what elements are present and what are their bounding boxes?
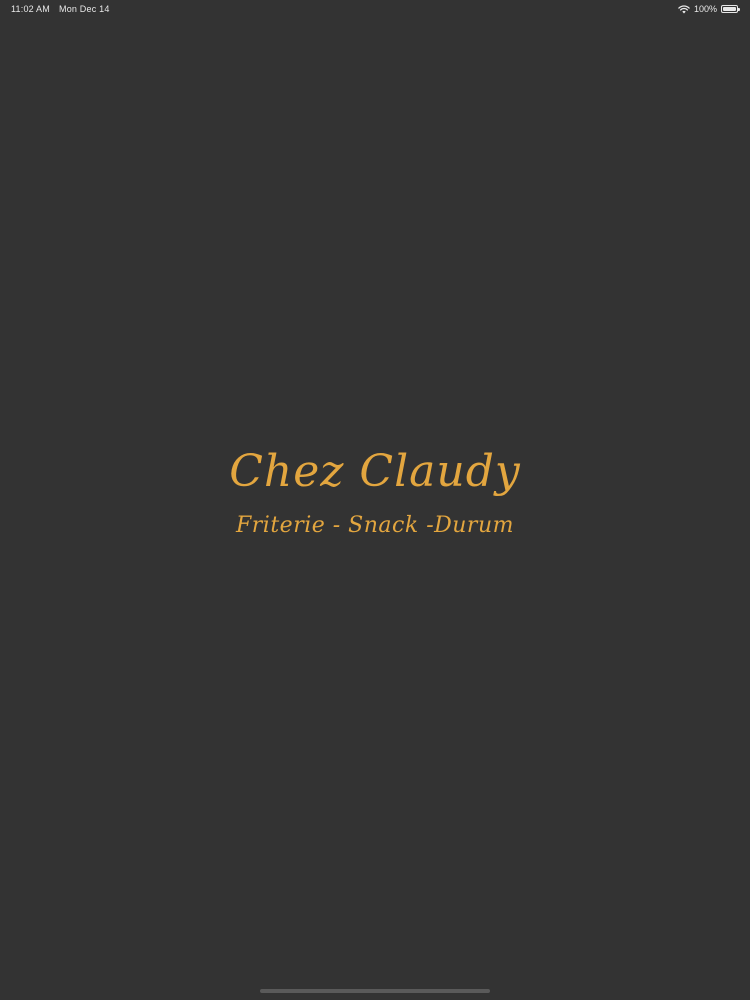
battery-icon [721, 5, 740, 13]
brand-name: Chez Claudy [229, 446, 521, 497]
brand-logo: Chez Claudy Friterie - Snack -Durum [0, 440, 750, 542]
status-indicators: 100% [678, 3, 740, 15]
wifi-icon [678, 4, 690, 14]
splash-screen: 11:02 AM Mon Dec 14 100% Chez Claudy Fri… [0, 0, 750, 1000]
brand-tagline: Friterie - Snack -Durum [236, 513, 514, 538]
status-bar: 11:02 AM Mon Dec 14 100% [0, 0, 750, 18]
status-time: 11:02 AM [11, 4, 50, 14]
battery-percentage: 100% [693, 4, 717, 14]
home-indicator[interactable] [260, 989, 490, 993]
status-date: Mon Dec 14 [59, 4, 110, 14]
battery-fill [723, 7, 736, 11]
